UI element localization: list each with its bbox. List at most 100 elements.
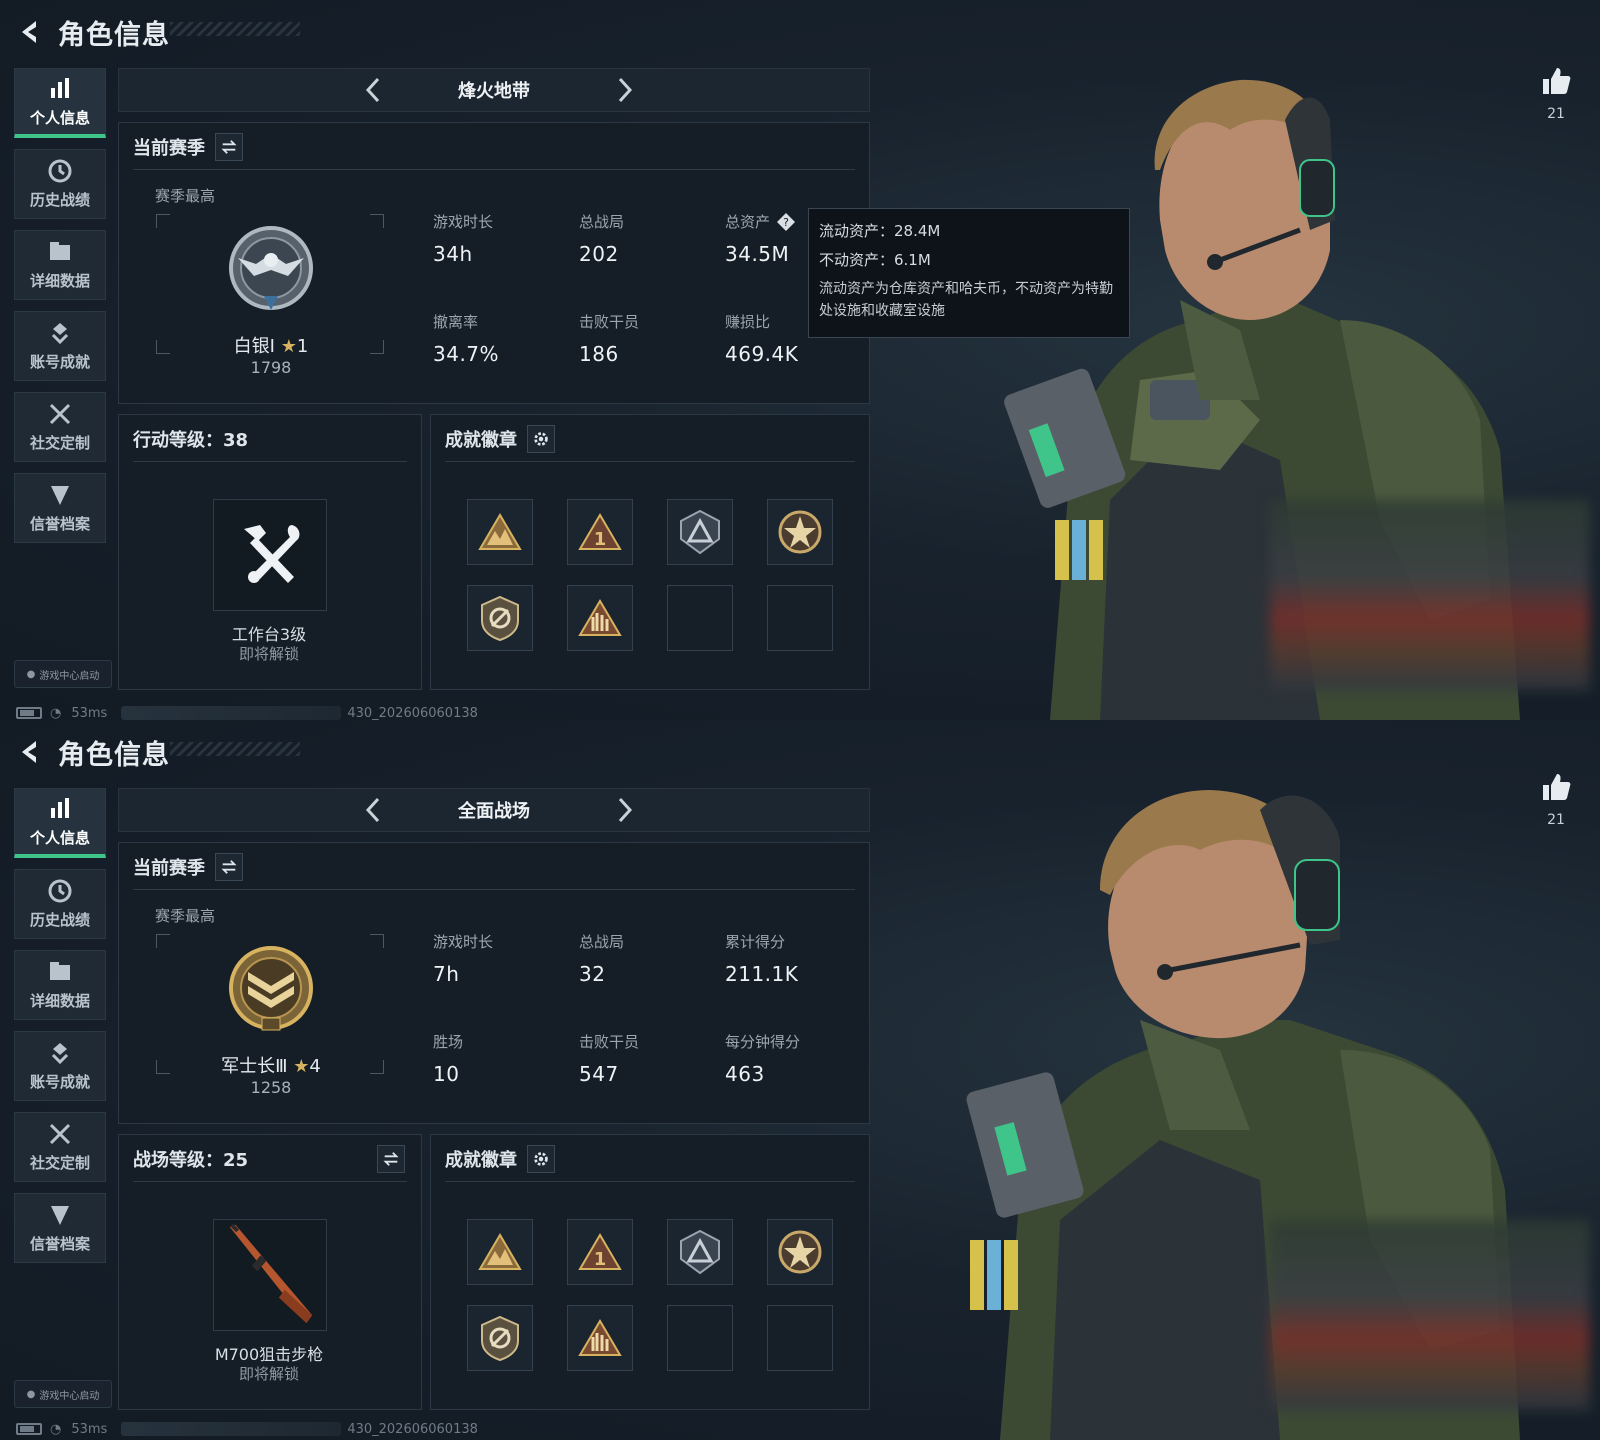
stat-value: 547 <box>579 1062 619 1086</box>
level-title: 行动等级：38 <box>133 430 249 451</box>
achievement-badge[interactable] <box>467 1305 533 1371</box>
like-button[interactable]: 21 <box>1536 770 1576 828</box>
number-one-badge-icon: 1 <box>578 513 622 550</box>
sidebar-item-label: 社交定制 <box>29 1154 90 1172</box>
trophy-icon <box>51 1043 69 1065</box>
sidebar-item-history[interactable]: 历史战绩 <box>14 869 106 939</box>
achievement-settings-button[interactable] <box>527 425 555 453</box>
chevron-right-icon[interactable] <box>609 795 639 825</box>
stat-value: 32 <box>579 962 606 986</box>
sidebar-item-label: 个人信息 <box>29 108 90 127</box>
achievement-badge[interactable] <box>767 1219 833 1285</box>
sidebar-item-profile[interactable]: 个人信息 <box>14 788 106 858</box>
like-button[interactable]: 21 <box>1536 64 1576 122</box>
season-label: 当前赛季 <box>133 858 205 879</box>
achievement-badge[interactable]: 1 <box>567 499 633 565</box>
wifi-icon: ◔ <box>50 705 62 721</box>
back-arrow-icon[interactable] <box>16 738 44 766</box>
sidebar-item-profile[interactable]: 个人信息 <box>14 68 106 138</box>
level-swap-button[interactable] <box>377 1145 405 1173</box>
swap-button[interactable] <box>215 853 243 881</box>
stat-extract-rate: 撤离率 34.7% <box>433 311 573 366</box>
sidebar-item-social[interactable]: 社交定制 <box>14 392 106 462</box>
stat-kills: 击败干员 186 <box>579 311 719 366</box>
sidebar-item-social[interactable]: 社交定制 <box>14 1112 106 1182</box>
level-header: 战场等级：25 <box>133 1145 407 1173</box>
sidebar-item-details[interactable]: 详细数据 <box>14 230 106 300</box>
tools-icon <box>49 403 71 425</box>
achievement-badge[interactable] <box>667 1219 733 1285</box>
achievement-badge[interactable] <box>567 585 633 651</box>
status-bar: ◔ 53ms 430_202606060138 <box>16 704 478 720</box>
battery-icon <box>16 1423 42 1435</box>
build-text: 430_202606060138 <box>347 705 478 721</box>
bar-chart-icon <box>51 77 69 98</box>
level-title: 战场等级：25 <box>133 1150 249 1171</box>
question-icon[interactable]: ? <box>776 212 796 232</box>
stat-score-per-minute: 每分钟得分 463 <box>725 1031 865 1086</box>
achievement-settings-button[interactable] <box>527 1145 555 1173</box>
sidebar-item-label: 信誉档案 <box>29 515 90 533</box>
achievement-slot-empty[interactable] <box>767 585 833 651</box>
stat-kills: 击败干员 547 <box>579 1031 719 1086</box>
sidebar-item-label: 个人信息 <box>29 828 90 847</box>
achievement-badge[interactable] <box>567 1305 633 1371</box>
achievement-badge[interactable] <box>467 1219 533 1285</box>
person-icon: ● <box>26 1388 36 1400</box>
stat-value: 202 <box>579 242 619 266</box>
stat-label: 胜场 <box>433 1033 464 1051</box>
level-reward[interactable] <box>213 1219 327 1331</box>
season-header: 当前赛季 <box>133 853 243 881</box>
achievement-badge[interactable] <box>467 499 533 565</box>
achievement-badge[interactable] <box>467 585 533 651</box>
chevron-left-icon[interactable] <box>359 75 389 105</box>
achievement-slot-empty[interactable] <box>767 1305 833 1371</box>
sidebar-item-label: 历史战绩 <box>29 911 90 929</box>
sidebar-item-label: 社交定制 <box>29 434 90 452</box>
achievement-title: 成就徽章 <box>445 430 517 451</box>
season-best-label: 赛季最高 <box>155 187 216 205</box>
svg-text:1: 1 <box>594 529 607 550</box>
rank-stars: 4 <box>309 1056 321 1077</box>
season-best-label: 赛季最高 <box>155 907 216 925</box>
stat-total-score: 累计得分 211.1K <box>725 931 865 986</box>
stat-matches: 总战局 202 <box>579 211 719 266</box>
swap-button[interactable] <box>215 133 243 161</box>
trophy-icon <box>51 323 69 345</box>
blurred-region <box>1270 1220 1590 1410</box>
achievement-badge[interactable] <box>667 499 733 565</box>
sidebar-item-achievements[interactable]: 账号成就 <box>14 311 106 381</box>
chevron-right-icon[interactable] <box>609 75 639 105</box>
stat-label: 累计得分 <box>725 933 786 951</box>
sidebar-item-history[interactable]: 历史战绩 <box>14 149 106 219</box>
sidebar-item-achievements[interactable]: 账号成就 <box>14 1031 106 1101</box>
stat-value: 7h <box>433 962 460 986</box>
achievement-slot-empty[interactable] <box>667 585 733 651</box>
rank-score: 1798 <box>250 358 292 377</box>
sidebar-item-details[interactable]: 详细数据 <box>14 950 106 1020</box>
game-center-launch[interactable]: ● 游戏中心启动 <box>14 660 112 688</box>
achievement-title: 成就徽章 <box>445 1150 517 1171</box>
level-reward[interactable] <box>213 499 327 611</box>
tools-icon <box>49 1123 71 1145</box>
stat-label: 游戏时长 <box>433 933 494 951</box>
mode-name: 全面战场 <box>458 801 530 822</box>
achievement-badge[interactable]: 1 <box>567 1219 633 1285</box>
swap-icon <box>383 1152 399 1166</box>
stat-label: 击败干员 <box>579 313 640 331</box>
sidebar-item-credit[interactable]: 信誉档案 <box>14 473 106 543</box>
sidebar-item-credit[interactable]: 信誉档案 <box>14 1193 106 1263</box>
folder-icon <box>50 962 70 980</box>
chevron-left-icon[interactable] <box>359 795 389 825</box>
star-emblem-badge-icon <box>778 1230 822 1274</box>
hand-sign-badge-icon <box>578 599 622 636</box>
season-header: 当前赛季 <box>133 133 243 161</box>
folder-icon <box>50 242 70 260</box>
mountain-badge-icon <box>478 1233 522 1270</box>
achievement-slot-empty[interactable] <box>667 1305 733 1371</box>
person-icon: ● <box>26 668 36 680</box>
achievement-badge[interactable] <box>767 499 833 565</box>
stat-label: 击败干员 <box>579 1033 640 1051</box>
back-arrow-icon[interactable] <box>16 18 44 46</box>
game-center-launch[interactable]: ● 游戏中心启动 <box>14 1380 112 1408</box>
